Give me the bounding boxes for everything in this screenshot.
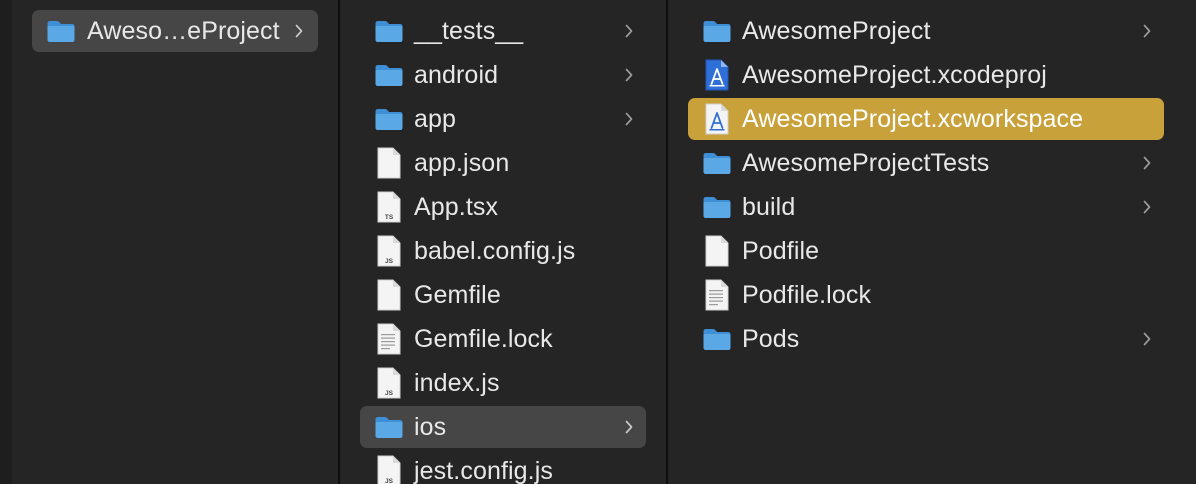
list-item[interactable]: __tests__ <box>360 10 646 52</box>
js-file-icon: JS <box>373 230 405 272</box>
folder-icon <box>701 318 733 360</box>
list-item[interactable]: app.json <box>360 142 646 184</box>
item-label: Podfile <box>742 237 820 265</box>
item-label: Podfile.lock <box>742 281 872 309</box>
item-label: AwesomeProject.xcworkspace <box>742 105 1084 133</box>
item-label: Aweso…eProject <box>87 17 280 45</box>
list-item[interactable]: app <box>360 98 646 140</box>
chevron-right-icon[interactable] <box>1142 24 1152 38</box>
list-item[interactable]: build <box>688 186 1164 228</box>
item-label: __tests__ <box>414 17 524 45</box>
list-item[interactable]: AwesomeProject.xcworkspace <box>688 98 1164 140</box>
item-label: app.json <box>414 149 510 177</box>
list-item[interactable]: Podfile <box>688 230 1164 272</box>
chevron-right-icon[interactable] <box>624 68 634 82</box>
item-label: Pods <box>742 325 800 353</box>
folder-icon <box>373 98 405 140</box>
list-item[interactable]: AwesomeProject.xcodeproj <box>688 54 1164 96</box>
chevron-right-icon[interactable] <box>294 24 304 38</box>
item-label: Gemfile <box>414 281 501 309</box>
chevron-right-icon[interactable] <box>1142 332 1152 346</box>
item-label: App.tsx <box>414 193 499 221</box>
js-file-icon: JS <box>373 450 405 484</box>
blank-file-icon <box>701 230 733 272</box>
item-label: AwesomeProject <box>742 17 931 45</box>
xcode-workspace-icon <box>701 98 733 140</box>
folder-icon <box>701 10 733 52</box>
xcode-project-icon <box>701 54 733 96</box>
folder-icon <box>701 142 733 184</box>
list-item[interactable]: JS babel.config.js <box>360 230 646 272</box>
list-item[interactable]: AwesomeProjectTests <box>688 142 1164 184</box>
list-item[interactable]: Podfile.lock <box>688 274 1164 316</box>
item-label: babel.config.js <box>414 237 576 265</box>
text-file-icon <box>701 274 733 316</box>
item-label: app <box>414 105 457 133</box>
folder-icon <box>701 186 733 228</box>
list-item[interactable]: android <box>360 54 646 96</box>
item-label: android <box>414 61 499 89</box>
item-label: jest.config.js <box>414 457 553 484</box>
list-item[interactable]: Gemfile <box>360 274 646 316</box>
column-ios[interactable]: AwesomeProject AwesomeProject.xcodeproj … <box>668 0 1196 484</box>
chevron-right-icon[interactable] <box>1142 200 1152 214</box>
svg-text:JS: JS <box>385 390 394 397</box>
list-item[interactable]: ios <box>360 406 646 448</box>
list-item[interactable]: Gemfile.lock <box>360 318 646 360</box>
finder-column-browser: Aweso…eProject __tests__ android app app… <box>0 0 1196 484</box>
item-label: Gemfile.lock <box>414 325 553 353</box>
column-root[interactable]: Aweso…eProject <box>12 0 338 484</box>
folder-icon <box>373 10 405 52</box>
list-item[interactable]: TS App.tsx <box>360 186 646 228</box>
chevron-right-icon[interactable] <box>624 420 634 434</box>
folder-icon <box>45 10 77 52</box>
text-file-icon <box>373 318 405 360</box>
item-label: index.js <box>414 369 500 397</box>
list-item[interactable]: Aweso…eProject <box>32 10 318 52</box>
folder-icon <box>373 54 405 96</box>
item-label: build <box>742 193 796 221</box>
chevron-right-icon[interactable] <box>624 112 634 126</box>
list-item[interactable]: Pods <box>688 318 1164 360</box>
item-label: AwesomeProject.xcodeproj <box>742 61 1047 89</box>
chevron-right-icon[interactable] <box>1142 156 1152 170</box>
chevron-right-icon[interactable] <box>624 24 634 38</box>
js-file-icon: JS <box>373 362 405 404</box>
item-label: AwesomeProjectTests <box>742 149 990 177</box>
item-label: ios <box>414 413 447 441</box>
list-item[interactable]: JS jest.config.js <box>360 450 646 484</box>
svg-text:TS: TS <box>385 214 394 221</box>
folder-icon <box>373 406 405 448</box>
svg-text:JS: JS <box>385 258 394 265</box>
blank-file-icon <box>373 142 405 184</box>
blank-file-icon <box>373 274 405 316</box>
column-project[interactable]: __tests__ android app app.json TS App.ts… <box>340 0 666 484</box>
svg-text:JS: JS <box>385 478 394 484</box>
ts-file-icon: TS <box>373 186 405 228</box>
list-item[interactable]: AwesomeProject <box>688 10 1164 52</box>
list-item[interactable]: JS index.js <box>360 362 646 404</box>
